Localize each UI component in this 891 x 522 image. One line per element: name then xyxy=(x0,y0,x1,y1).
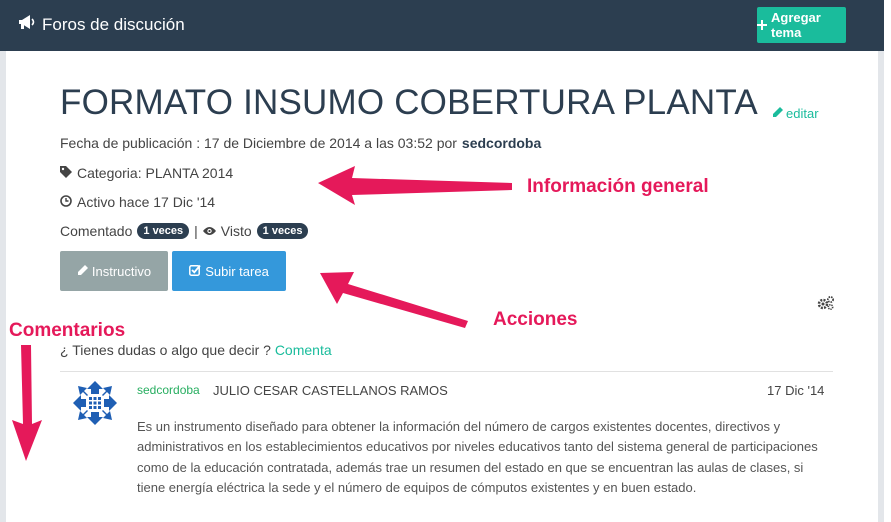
annotation-general-info: Información general xyxy=(527,176,709,197)
tag-icon xyxy=(60,165,72,181)
instructive-label: Instructivo xyxy=(91,263,152,279)
viewed-count-badge: 1 veces xyxy=(256,223,309,239)
plus-icon xyxy=(757,18,767,33)
comment-author-name: JULIO CESAR CASTELLANOS RAMOS xyxy=(213,383,448,398)
pencil-icon xyxy=(77,264,88,279)
upload-task-label: Subir tarea xyxy=(205,263,269,279)
add-topic-label: Agregar tema xyxy=(771,10,821,40)
comment-link[interactable]: Comenta xyxy=(275,342,332,358)
bullhorn-icon xyxy=(18,14,36,35)
annotation-actions: Acciones xyxy=(493,309,578,330)
forum-title: Foros de discución xyxy=(18,14,185,35)
comment-prompt: ¿ Tienes dudas o algo que decir ? Coment… xyxy=(60,342,332,358)
comment-date: 17 Dic '14 xyxy=(767,383,825,398)
commented-count-badge: 1 veces xyxy=(137,223,190,239)
stats-separator: | xyxy=(194,223,198,239)
comment-username[interactable]: sedcordoba xyxy=(137,383,200,397)
add-topic-button[interactable]: Agregar tema xyxy=(757,7,846,43)
commented-label: Comentado xyxy=(60,223,133,239)
upload-task-button[interactable]: Subir tarea xyxy=(172,251,286,291)
check-square-icon xyxy=(189,264,201,279)
edit-link[interactable]: editar xyxy=(772,106,819,121)
eye-icon xyxy=(202,223,216,239)
stats-row: Comentado 1 veces | Visto 1 veces xyxy=(60,223,309,239)
comment-prompt-text: ¿ Tienes dudas o algo que decir ? xyxy=(60,342,271,358)
viewed-label: Visto xyxy=(220,223,252,239)
avatar xyxy=(72,380,118,431)
forum-title-text: Foros de discución xyxy=(42,14,185,34)
comment-body: Es un instrumento diseñado para obtener … xyxy=(137,419,818,495)
publication-date: Fecha de publicación : 17 de Diciembre d… xyxy=(60,135,457,151)
annotation-comments: Comentarios xyxy=(9,320,126,341)
post-title: FORMATO INSUMO COBERTURA PLANTA xyxy=(60,83,758,122)
publication-info: Fecha de publicación : 17 de Diciembre d… xyxy=(60,135,541,151)
comment-divider xyxy=(60,371,833,372)
clock-icon xyxy=(60,194,72,210)
top-navbar: Foros de discución Agregar tema xyxy=(0,0,884,51)
activity-text: Activo hace 17 Dic '14 xyxy=(77,194,216,210)
category-row: Categoria: PLANTA 2014 xyxy=(60,165,233,181)
post-author[interactable]: sedcordoba xyxy=(462,135,541,151)
category-text: Categoria: PLANTA 2014 xyxy=(77,165,234,181)
activity-row: Activo hace 17 Dic '14 xyxy=(60,194,215,210)
pencil-icon xyxy=(772,106,783,121)
instructive-button[interactable]: Instructivo xyxy=(60,251,168,291)
edit-label: editar xyxy=(786,106,819,121)
gears-icon[interactable] xyxy=(817,295,835,316)
